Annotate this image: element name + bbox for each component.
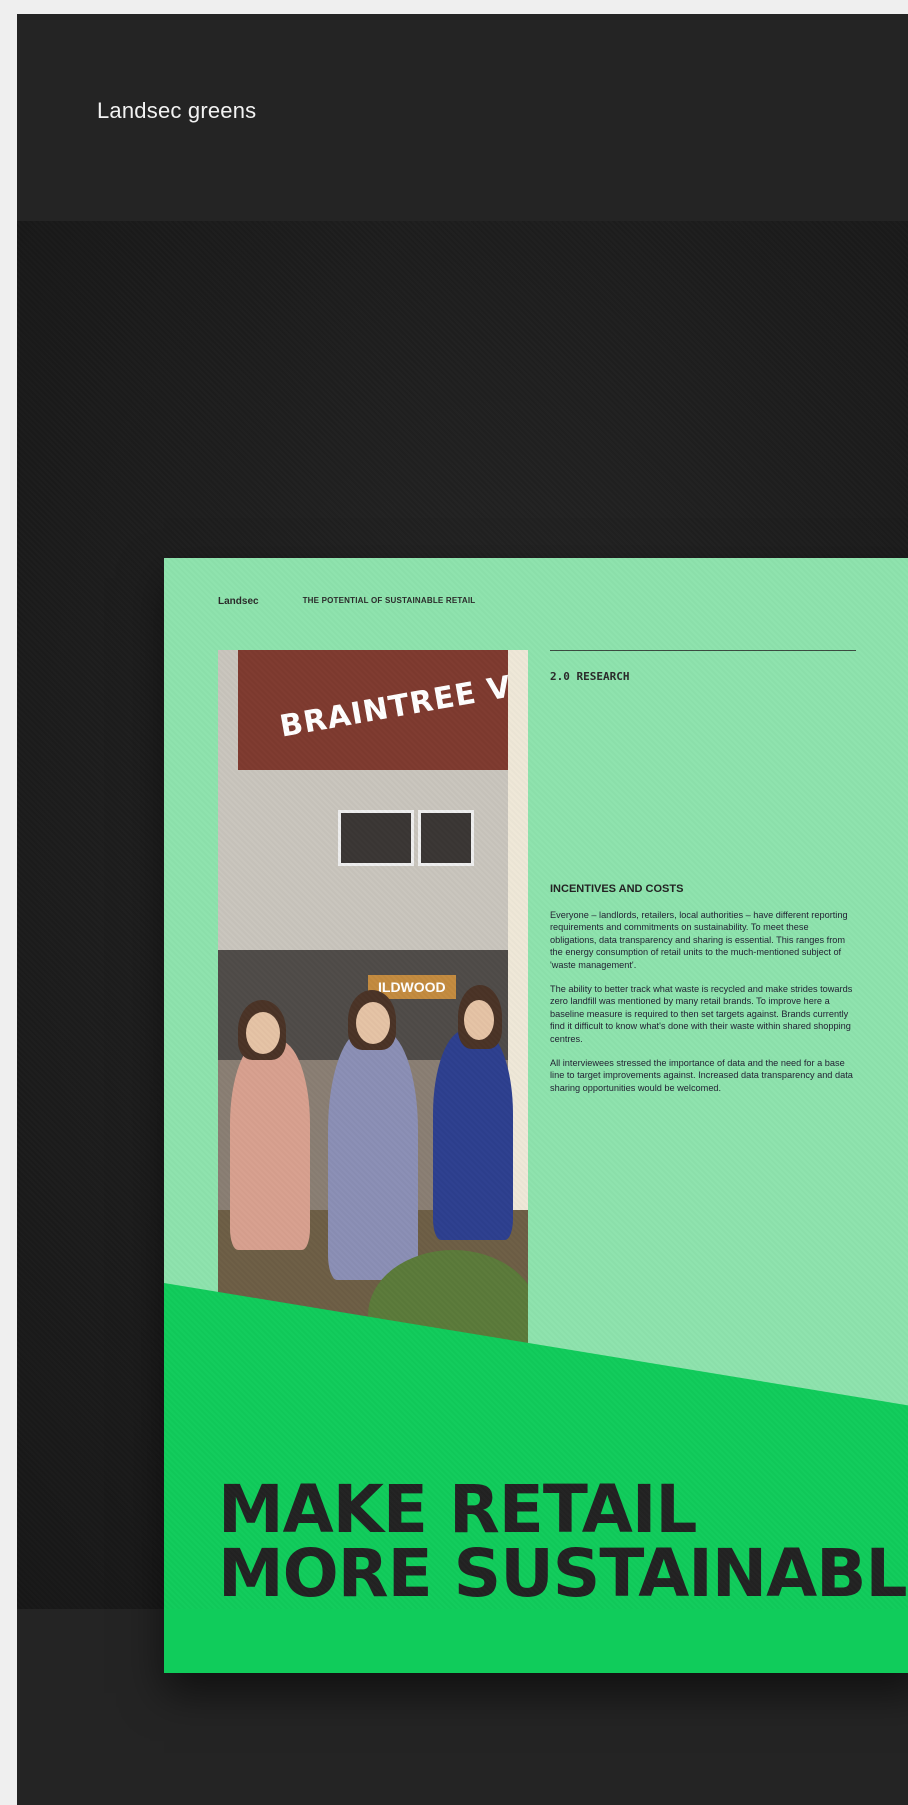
green-slab	[164, 1283, 908, 1673]
article: INCENTIVES AND COSTS Everyone – landlord…	[550, 882, 856, 1106]
photo-window	[338, 810, 414, 866]
headline-line-2: MORE SUSTAINABLE	[218, 1535, 908, 1612]
photo-building-facade	[218, 650, 508, 1050]
brochure-series-title: THE POTENTIAL OF SUSTAINABLE RETAIL	[302, 596, 476, 605]
section-divider	[550, 650, 856, 651]
article-paragraph: The ability to better track what waste i…	[550, 983, 853, 1044]
photo-face	[246, 1012, 280, 1054]
photo-shopfront	[218, 950, 508, 1060]
photo-face	[356, 1002, 390, 1044]
brochure-photo: BRAINTREE VILL ILDWOOD	[218, 650, 528, 1360]
brochure-page: Landsec THE POTENTIAL OF SUSTAINABLE RET…	[164, 558, 908, 1673]
photo-building-sign: BRAINTREE VILL	[277, 660, 528, 745]
photo-person-right	[433, 1030, 513, 1240]
brochure-headline: MAKE RETAIL MORE SUSTAINABLE	[218, 1471, 908, 1612]
article-paragraph: Everyone – landlords, retailers, local a…	[550, 909, 848, 970]
photo-shop-sign: ILDWOOD	[368, 975, 456, 999]
photo-hair	[238, 1000, 286, 1060]
section-label: 2.0 RESEARCH	[550, 670, 630, 683]
photo-window	[418, 810, 474, 866]
article-heading: INCENTIVES AND COSTS	[550, 883, 684, 895]
photo-hair	[458, 985, 502, 1049]
project-panel: Landsec greens Landsec THE POTENTIAL OF …	[17, 14, 908, 1805]
photo-side-wall	[508, 650, 528, 1360]
project-title: Landsec greens	[97, 98, 257, 123]
headline-line-1: MAKE RETAIL	[218, 1471, 697, 1548]
photo-ground	[218, 1210, 528, 1360]
photo-face	[464, 1000, 494, 1040]
photo-hair	[348, 990, 396, 1050]
mockup-photo: Landsec THE POTENTIAL OF SUSTAINABLE RET…	[17, 221, 908, 1673]
photo-person-left	[230, 1040, 310, 1250]
photo-roof	[238, 650, 508, 770]
photo-plant	[368, 1250, 528, 1360]
brochure-header: Landsec THE POTENTIAL OF SUSTAINABLE RET…	[218, 596, 475, 607]
photo-person-center	[328, 1030, 418, 1280]
photo-sky	[218, 650, 528, 950]
article-paragraph: All interviewees stressed the importance…	[550, 1058, 853, 1093]
brochure-logo: Landsec	[218, 596, 259, 607]
